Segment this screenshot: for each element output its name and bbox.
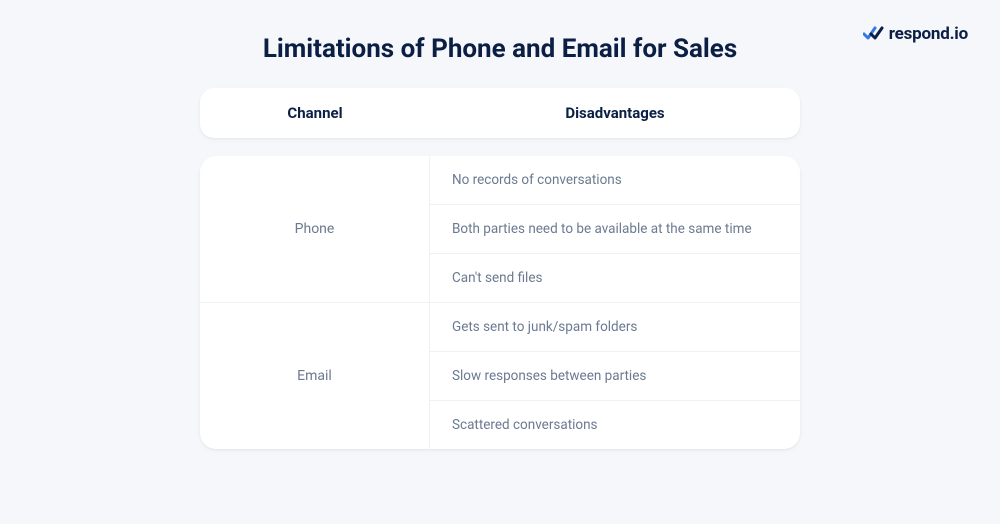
table-body: Phone No records of conversations Both p…: [200, 156, 800, 449]
checkmarks-icon: [863, 26, 885, 42]
brand-name: respond.io: [889, 24, 968, 44]
limitations-table: Channel Disadvantages Phone No records o…: [200, 88, 800, 449]
table-row: Phone No records of conversations Both p…: [200, 156, 800, 302]
list-item: Both parties need to be available at the…: [430, 204, 800, 253]
table-row: Email Gets sent to junk/spam folders Slo…: [200, 302, 800, 449]
list-item: No records of conversations: [430, 156, 800, 204]
brand-logo: respond.io: [863, 24, 968, 44]
list-item: Gets sent to junk/spam folders: [430, 303, 800, 351]
list-item: Scattered conversations: [430, 400, 800, 449]
page-title: Limitations of Phone and Email for Sales: [263, 34, 737, 64]
list-item: Can't send files: [430, 253, 800, 302]
header-disadvantages: Disadvantages: [430, 104, 800, 122]
disadvantages-phone: No records of conversations Both parties…: [430, 156, 800, 302]
disadvantages-email: Gets sent to junk/spam folders Slow resp…: [430, 303, 800, 449]
table-header-row: Channel Disadvantages: [200, 88, 800, 138]
header-channel: Channel: [200, 104, 430, 122]
channel-email: Email: [200, 303, 430, 449]
channel-phone: Phone: [200, 156, 430, 302]
list-item: Slow responses between parties: [430, 351, 800, 400]
page: Limitations of Phone and Email for Sales…: [0, 0, 1000, 524]
